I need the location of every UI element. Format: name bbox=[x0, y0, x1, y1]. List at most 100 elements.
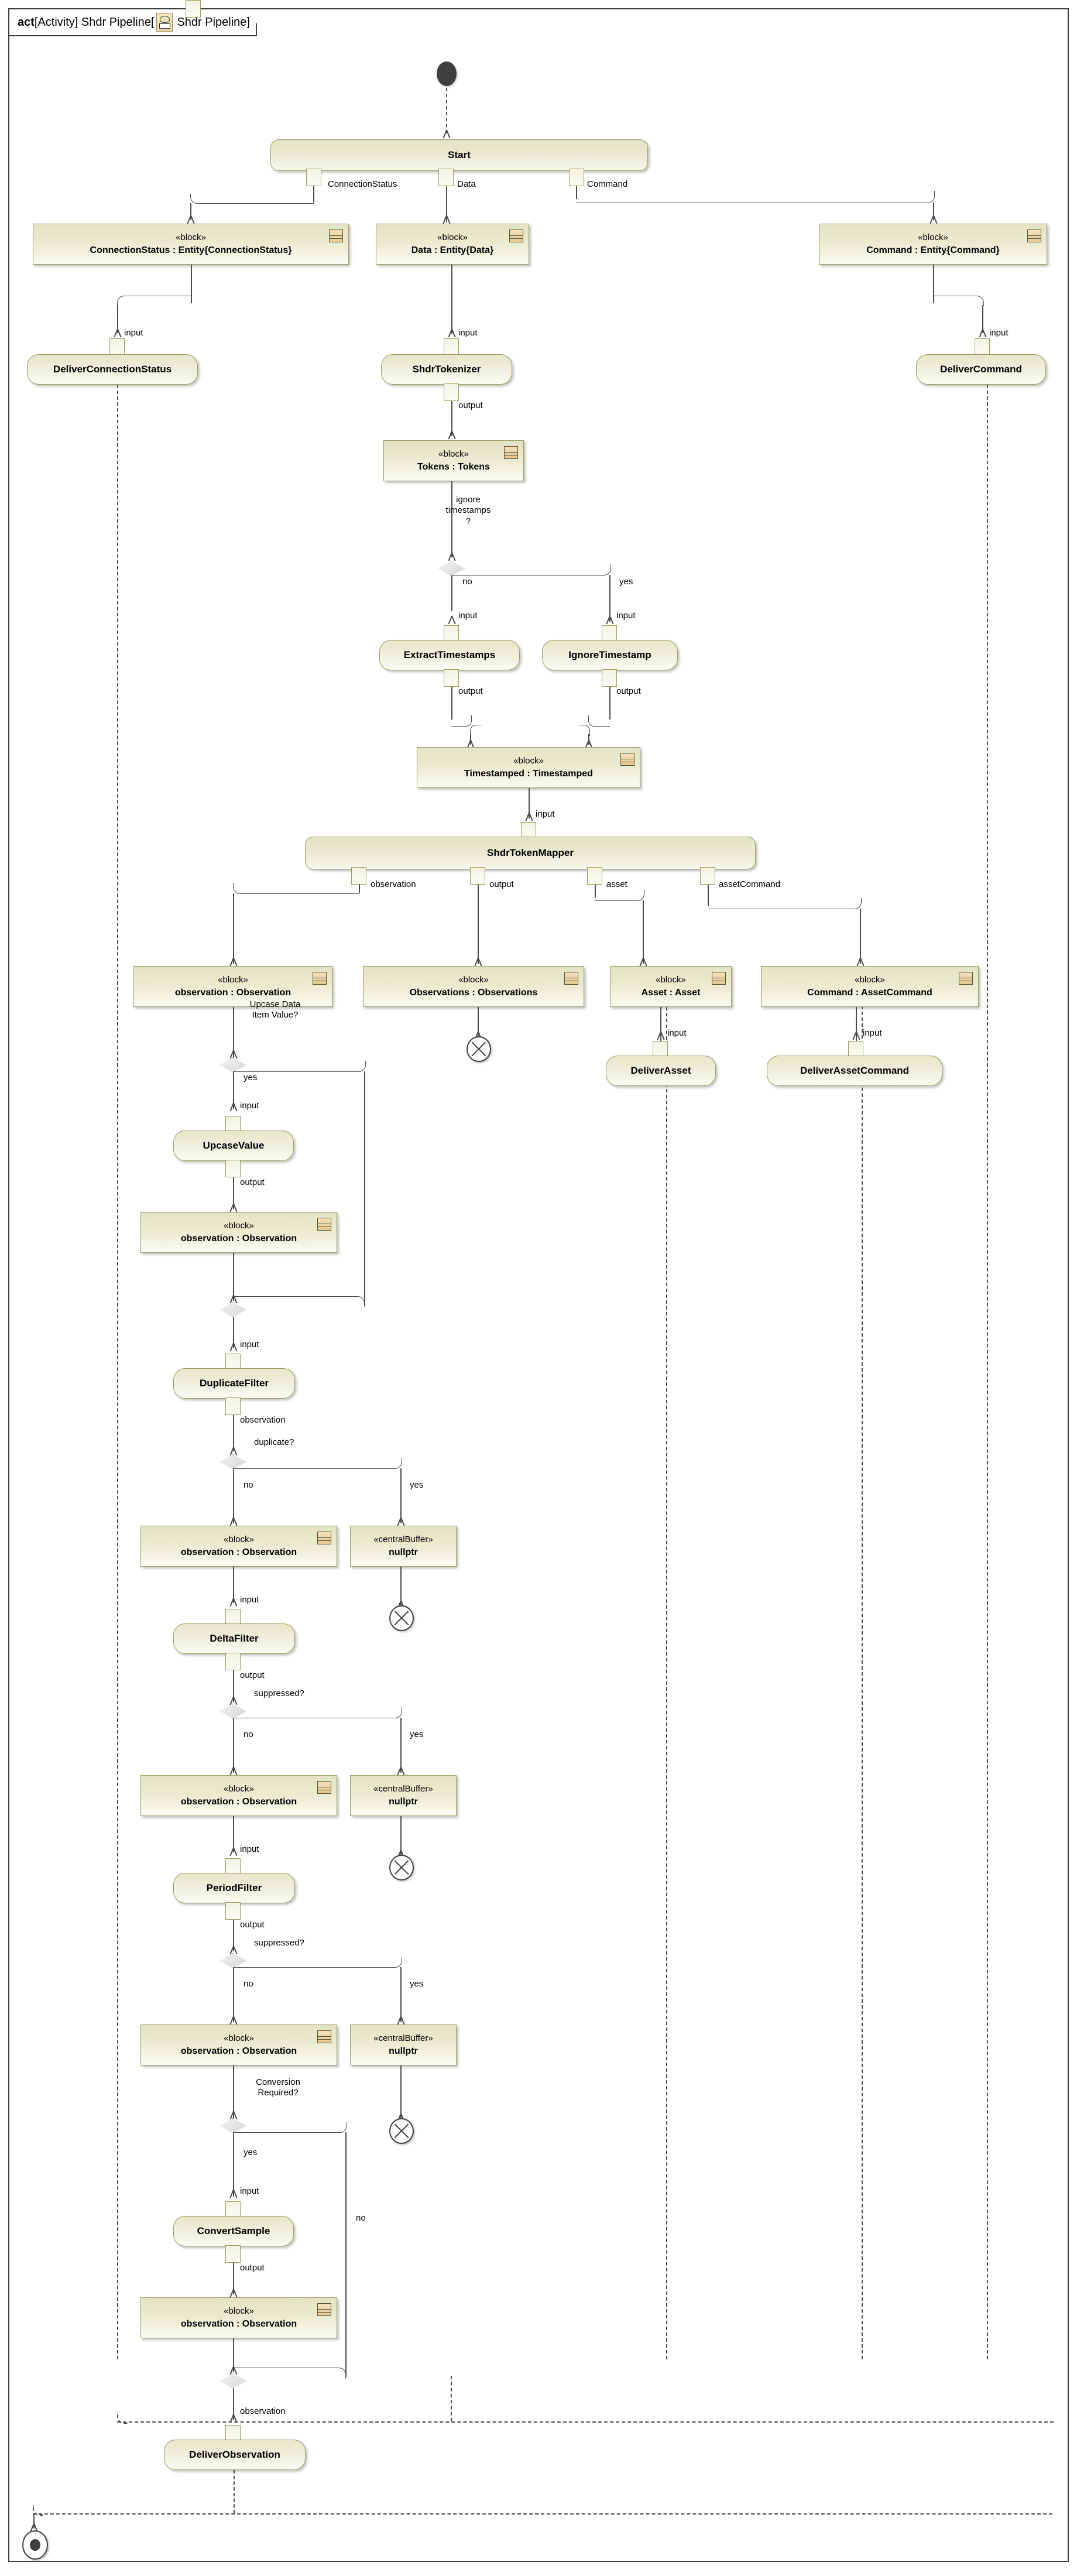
edge-label-no: no bbox=[356, 2213, 366, 2223]
edge-label-input: input bbox=[616, 611, 636, 621]
lifeline-bottom-rail bbox=[117, 2421, 1054, 2423]
edge-label-asset: asset bbox=[606, 879, 627, 889]
edge-label-observation: observation bbox=[240, 1415, 286, 1425]
stereotype: «block» bbox=[224, 2306, 254, 2317]
pin-asset[interactable] bbox=[587, 867, 602, 885]
merge-upcase[interactable] bbox=[219, 1302, 246, 1317]
stereotype: «centralBuffer» bbox=[373, 2033, 433, 2044]
object-name: nullptr bbox=[389, 2046, 418, 2056]
action-label: ShdrTokenizer bbox=[412, 364, 481, 375]
edge-label-yes: yes bbox=[619, 577, 633, 587]
edge-label-data: Data bbox=[457, 179, 476, 189]
action-label: DeliverObservation bbox=[189, 2449, 280, 2460]
action-delta-filter[interactable]: DeltaFilter bbox=[173, 1623, 295, 1654]
stereotype: «block» bbox=[224, 1534, 254, 1545]
pin-input[interactable] bbox=[975, 338, 990, 356]
object-name: Observations : Observations bbox=[409, 987, 538, 998]
pin-command[interactable] bbox=[569, 169, 584, 186]
action-deliver-asset[interactable]: DeliverAsset bbox=[606, 1056, 716, 1086]
object-node-nullptr-3[interactable]: «centralBuffer» nullptr bbox=[350, 2025, 457, 2065]
action-deliver-observation[interactable]: DeliverObservation bbox=[164, 2440, 306, 2470]
pin-input[interactable] bbox=[109, 338, 125, 356]
decision-label-ignore-timestamps: ignore timestamps ? bbox=[445, 495, 491, 526]
action-start[interactable]: Start bbox=[270, 139, 648, 171]
object-node-observation-5[interactable]: «block» observation : Observation bbox=[140, 2025, 337, 2065]
stereotype: «block» bbox=[438, 449, 469, 460]
action-deliver-command[interactable]: DeliverCommand bbox=[916, 354, 1046, 385]
stereotype: «block» bbox=[176, 232, 206, 243]
pin-output[interactable] bbox=[470, 867, 485, 885]
flow-final-period bbox=[389, 2118, 414, 2144]
stereotype: «block» bbox=[656, 975, 686, 985]
frame-header-tab: act [Activity] Shdr Pipeline[ Shdr Pipel… bbox=[8, 8, 257, 36]
pin-output[interactable] bbox=[444, 669, 459, 687]
edge-label-input: input bbox=[458, 611, 478, 621]
pin-asset-command[interactable] bbox=[700, 867, 715, 885]
object-name: observation : Observation bbox=[180, 1796, 297, 1807]
edge-label-output: output bbox=[240, 1920, 265, 1930]
block-icon bbox=[317, 1218, 331, 1231]
block-icon bbox=[329, 229, 343, 242]
object-node-connection-status[interactable]: «block» ConnectionStatus : Entity{Connec… bbox=[33, 224, 349, 265]
merge-conversion[interactable] bbox=[219, 2373, 246, 2389]
action-upcase-value[interactable]: UpcaseValue bbox=[173, 1131, 294, 1161]
pin-connection-status[interactable] bbox=[306, 169, 321, 186]
action-convert-sample[interactable]: ConvertSample bbox=[173, 2216, 294, 2246]
pin-data[interactable] bbox=[438, 169, 454, 186]
pin-input[interactable] bbox=[444, 338, 459, 356]
action-duplicate-filter[interactable]: DuplicateFilter bbox=[173, 1368, 295, 1399]
action-deliver-asset-command[interactable]: DeliverAssetCommand bbox=[767, 1056, 942, 1086]
edge-label-input: input bbox=[989, 328, 1009, 338]
pin-output[interactable] bbox=[225, 1653, 241, 1670]
object-node-observations[interactable]: «block» Observations : Observations bbox=[363, 966, 584, 1007]
object-node-timestamped[interactable]: «block» Timestamped : Timestamped bbox=[417, 747, 640, 788]
edge-label-observation: observation bbox=[371, 879, 416, 889]
pin-output[interactable] bbox=[225, 1160, 241, 1177]
action-shdr-tokenizer[interactable]: ShdrTokenizer bbox=[381, 354, 512, 385]
action-extract-timestamps[interactable]: ExtractTimestamps bbox=[379, 640, 520, 670]
object-name: Asset : Asset bbox=[641, 987, 701, 998]
activity-diagram-canvas: act [Activity] Shdr Pipeline[ Shdr Pipel… bbox=[0, 0, 1077, 2576]
object-node-nullptr-2[interactable]: «centralBuffer» nullptr bbox=[350, 1775, 457, 1816]
action-period-filter[interactable]: PeriodFilter bbox=[173, 1873, 295, 1903]
block-icon bbox=[620, 753, 634, 766]
object-node-observation-4[interactable]: «block» observation : Observation bbox=[140, 1775, 337, 1816]
edge-label-no: no bbox=[243, 1979, 253, 1989]
action-shdr-token-mapper[interactable]: ShdrTokenMapper bbox=[305, 837, 756, 869]
edge-initial-to-start bbox=[446, 88, 447, 133]
object-node-observation-3[interactable]: «block» observation : Observation bbox=[140, 1526, 337, 1567]
object-node-nullptr-1[interactable]: «centralBuffer» nullptr bbox=[350, 1526, 457, 1567]
decision-label-upcase: Upcase Data Item Value? bbox=[249, 999, 301, 1020]
pin-observation[interactable] bbox=[351, 867, 366, 885]
edge-label-input: input bbox=[124, 328, 143, 338]
stereotype: «block» bbox=[224, 1221, 254, 1231]
edge-label-output: output bbox=[458, 686, 483, 696]
action-ignore-timestamp[interactable]: IgnoreTimestamp bbox=[542, 640, 678, 670]
edge-label-command: Command bbox=[587, 179, 628, 189]
action-label: ExtractTimestamps bbox=[403, 649, 496, 660]
pin-output[interactable] bbox=[444, 383, 459, 401]
edge-label-input: input bbox=[240, 1844, 259, 1854]
edge-label-yes: yes bbox=[243, 1073, 258, 1083]
pin-observation[interactable] bbox=[225, 1397, 241, 1415]
decision-label-conversion: Conversion Required? bbox=[256, 2077, 300, 2098]
object-node-observation-6[interactable]: «block» observation : Observation bbox=[140, 2297, 337, 2338]
object-node-data[interactable]: «block» Data : Entity{Data} bbox=[376, 224, 529, 265]
edge-label-input: input bbox=[240, 1101, 259, 1111]
pin-output[interactable] bbox=[225, 1902, 241, 1920]
action-label: DeliverCommand bbox=[940, 364, 1022, 375]
object-node-command[interactable]: «block» Command : Entity{Command} bbox=[819, 224, 1047, 265]
stereotype: «block» bbox=[218, 975, 248, 985]
action-deliver-connection-status[interactable]: DeliverConnectionStatus bbox=[27, 354, 198, 385]
edge-label-output: output bbox=[240, 2263, 265, 2273]
block-icon bbox=[313, 972, 327, 985]
object-node-observation-2[interactable]: «block» observation : Observation bbox=[140, 1212, 337, 1253]
object-node-tokens[interactable]: «block» Tokens : Tokens bbox=[383, 440, 524, 481]
object-node-asset-command[interactable]: «block» Command : AssetCommand bbox=[761, 966, 979, 1007]
arrowhead bbox=[442, 130, 451, 138]
pin-output[interactable] bbox=[225, 2245, 241, 2263]
pin-output[interactable] bbox=[602, 669, 617, 687]
object-name: observation : Observation bbox=[180, 1233, 297, 1244]
edge-label-asset-command: assetCommand bbox=[719, 879, 781, 889]
object-node-asset[interactable]: «block» Asset : Asset bbox=[610, 966, 732, 1007]
